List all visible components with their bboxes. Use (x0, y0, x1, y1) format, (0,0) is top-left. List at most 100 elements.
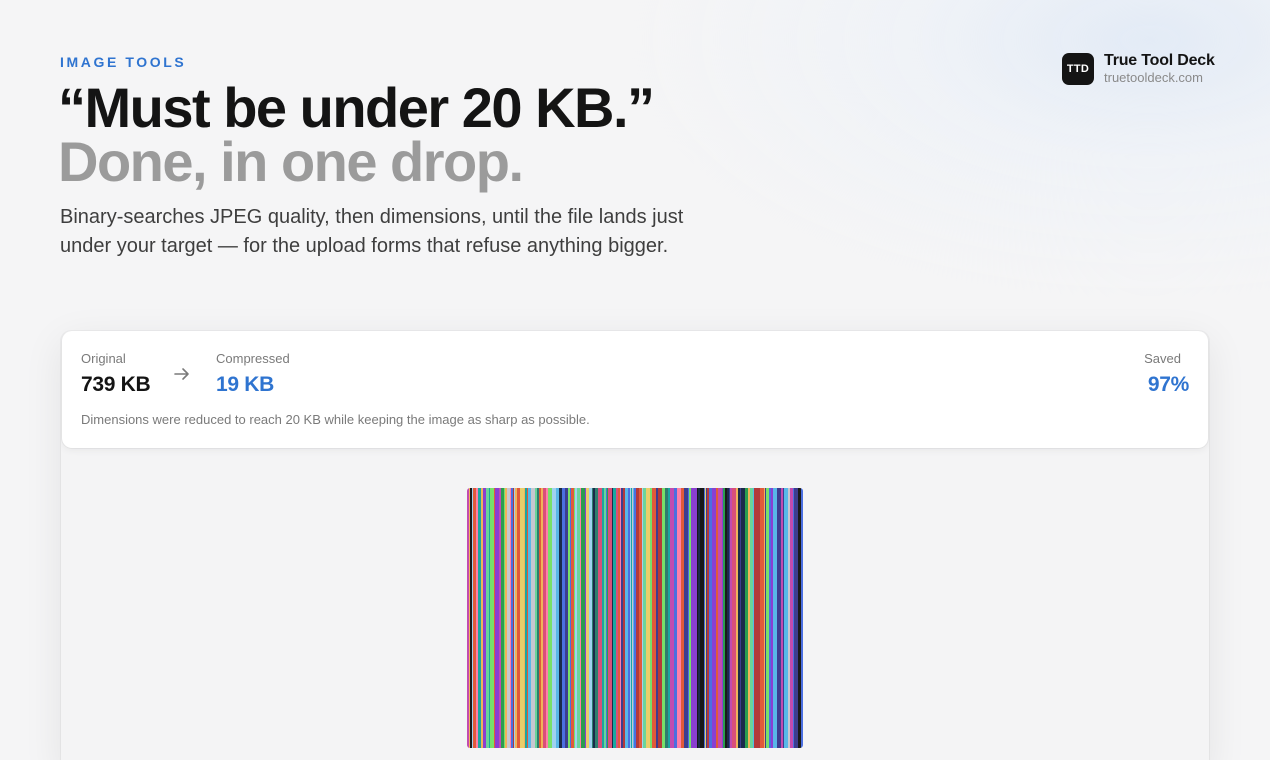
image-stripe (697, 488, 698, 748)
image-stripe (754, 488, 758, 748)
image-stripe (794, 488, 798, 748)
image-stripe (504, 488, 505, 748)
image-stripe (606, 488, 607, 748)
image-stripe (625, 488, 628, 748)
image-stripe (777, 488, 781, 748)
image-stripe (700, 488, 704, 748)
image-stripe (788, 488, 790, 748)
image-stripe (585, 488, 586, 748)
image-stripe (594, 488, 595, 748)
image-stripe (515, 488, 517, 748)
image-stripe (646, 488, 650, 748)
image-stripe (766, 488, 769, 748)
image-stripe (628, 488, 630, 748)
image-stripe (694, 488, 697, 748)
page-subtitle: Binary-searches JPEG quality, then dimen… (60, 206, 684, 257)
image-stripe (642, 488, 643, 748)
image-stripe (793, 488, 794, 748)
image-stripe (773, 488, 777, 748)
image-stripe (760, 488, 764, 748)
image-stripe (525, 488, 527, 748)
image-stripe (559, 488, 562, 748)
image-stripe (670, 488, 674, 748)
image-stripe (607, 488, 608, 748)
image-stripe (716, 488, 718, 748)
image-stripe (577, 488, 580, 748)
image-stripe (705, 488, 706, 748)
image-stripe (499, 488, 501, 748)
image-stripe (745, 488, 748, 748)
image-stripe (565, 488, 568, 748)
image-stripe (753, 488, 754, 748)
image-stripe (574, 488, 575, 748)
image-stripe (732, 488, 736, 748)
image-stripe (524, 488, 525, 748)
image-stripe (740, 488, 741, 748)
image-stripe (505, 488, 507, 748)
image-stripe (650, 488, 652, 748)
image-stripe (616, 488, 618, 748)
image-stripe (630, 488, 631, 748)
page-title: “Must be under 20 KB.” Done, in one drop… (58, 76, 655, 190)
image-stripe (593, 488, 594, 748)
image-stripe (706, 488, 707, 748)
image-stripe (730, 488, 732, 748)
image-stripe (486, 488, 489, 748)
image-stripe (539, 488, 541, 748)
saved-label: Saved (1144, 351, 1181, 366)
image-stripe (528, 488, 531, 748)
headline-primary: “Must be under 20 KB.” (58, 76, 655, 139)
striped-image (467, 488, 803, 748)
image-stripe (575, 488, 577, 748)
image-stripe (722, 488, 723, 748)
image-stripe (631, 488, 632, 748)
image-stripe (643, 488, 646, 748)
image-stripe (608, 488, 612, 748)
image-stripe (621, 488, 623, 748)
image-stripe (531, 488, 535, 748)
image-stripe (562, 488, 564, 748)
image-stripe (470, 488, 472, 748)
image-stripe (589, 488, 592, 748)
image-stripe (634, 488, 636, 748)
image-stripe (511, 488, 513, 748)
arrow-right-icon (174, 368, 189, 380)
image-stripe (537, 488, 539, 748)
image-stripe (632, 488, 633, 748)
image-stripe (801, 488, 803, 748)
image-stripe (586, 488, 589, 748)
image-stripe (725, 488, 727, 748)
brand-text: True Tool Deck truetooldeck.com (1104, 52, 1215, 86)
image-stripe (723, 488, 725, 748)
image-stripe (750, 488, 753, 748)
image-stripe (541, 488, 543, 748)
compressed-size-value: 19 KB (216, 373, 275, 396)
brand-link[interactable]: TTD True Tool Deck truetooldeck.com (1062, 52, 1215, 86)
image-stripe (677, 488, 681, 748)
image-stripe (691, 488, 694, 748)
image-stripe (602, 488, 604, 748)
image-stripe (707, 488, 709, 748)
image-stripe (738, 488, 740, 748)
image-stripe (580, 488, 581, 748)
image-stripe (604, 488, 606, 748)
image-stripe (748, 488, 750, 748)
brand-url: truetooldeck.com (1104, 70, 1203, 85)
image-stripe (514, 488, 515, 748)
image-stripe (798, 488, 801, 748)
image-stripe (490, 488, 494, 748)
image-stripe (543, 488, 546, 748)
image-stripe (729, 488, 730, 748)
brand-logo: TTD (1062, 53, 1094, 85)
image-stripe (478, 488, 481, 748)
image-stripe (489, 488, 490, 748)
result-stats: Original 739 KB Compressed 19 KB Saved 9… (62, 331, 1208, 448)
image-stripe (481, 488, 483, 748)
image-stripe (736, 488, 738, 748)
image-stripe (510, 488, 511, 748)
image-stripe (473, 488, 476, 748)
saved-value: 97% (1147, 373, 1189, 396)
image-stripe (467, 488, 469, 748)
image-stripe (636, 488, 639, 748)
image-stripe (764, 488, 765, 748)
